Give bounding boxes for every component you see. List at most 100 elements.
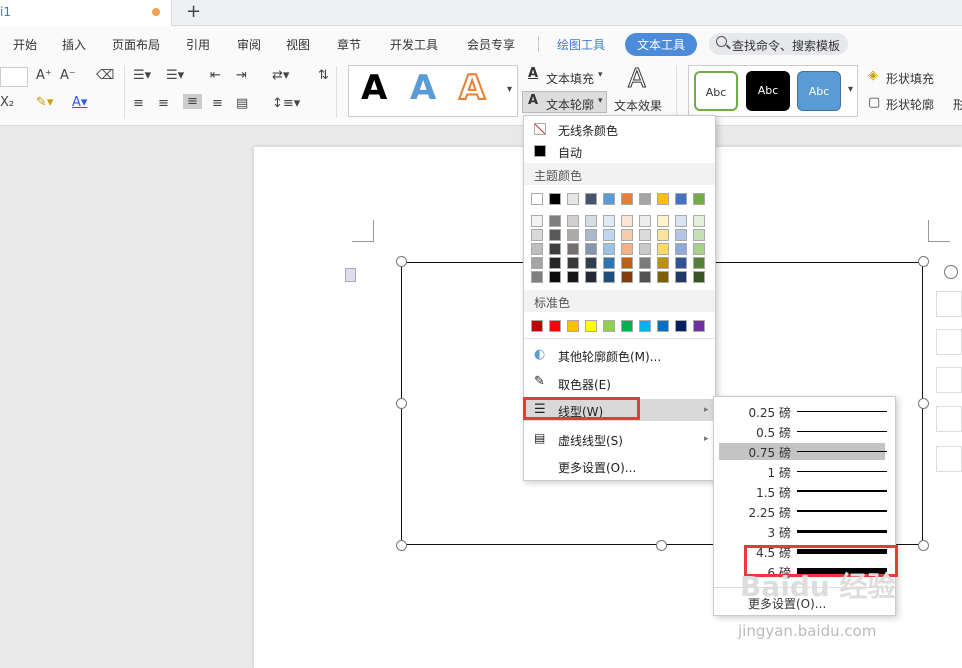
color-swatch[interactable] [693, 320, 705, 332]
line-spacing-icon[interactable]: ↕≡▾ [272, 96, 300, 111]
color-swatch[interactable] [693, 229, 705, 241]
layout-options-icon[interactable] [936, 291, 962, 317]
color-swatch[interactable] [693, 271, 705, 283]
color-swatch[interactable] [603, 243, 615, 255]
color-swatch[interactable] [639, 193, 651, 205]
color-swatch[interactable] [657, 320, 669, 332]
text-style-black[interactable]: A [361, 68, 387, 108]
menu-item-developer[interactable]: 开发工具 [390, 36, 438, 53]
font-color-icon[interactable]: A▾ [72, 95, 87, 110]
increase-indent-icon[interactable]: ⇥ [236, 68, 247, 83]
color-swatch[interactable] [675, 215, 687, 227]
eyedropper-item[interactable]: ✎ 取色器(E) [524, 372, 715, 394]
color-swatch[interactable] [585, 271, 597, 283]
clear-format-icon[interactable]: ⌫ [96, 68, 114, 83]
menu-item-references[interactable]: 引用 [186, 36, 210, 53]
line-weight-item[interactable]: 2.25 磅 [719, 503, 887, 520]
color-swatch[interactable] [567, 257, 579, 269]
color-swatch[interactable] [549, 229, 561, 241]
brush-icon[interactable] [936, 329, 962, 355]
resize-handle[interactable] [396, 256, 407, 267]
numbered-list-icon[interactable]: ☰▾ [166, 68, 184, 83]
color-swatch[interactable] [567, 271, 579, 283]
text-style-orange-outline[interactable]: A [458, 67, 486, 109]
text-outline-dropdown-icon[interactable]: ▾ [598, 96, 603, 106]
color-swatch[interactable] [549, 243, 561, 255]
more-settings-item[interactable]: 更多设置(O)... [524, 455, 715, 477]
grow-font-icon[interactable]: A⁺ [36, 68, 52, 83]
shape-outline-icon[interactable]: ▢ [868, 95, 880, 110]
color-swatch[interactable] [639, 243, 651, 255]
color-swatch[interactable] [621, 243, 633, 255]
color-swatch[interactable] [531, 257, 543, 269]
distribute-icon[interactable]: ▤ [236, 96, 248, 111]
color-swatch[interactable] [621, 215, 633, 227]
highlight-icon[interactable]: ✎▾ [36, 95, 53, 110]
align-center-icon[interactable]: ≡ [158, 96, 169, 111]
new-tab-button[interactable]: + [186, 1, 201, 22]
tab-drawing-tools[interactable]: 绘图工具 [557, 36, 605, 53]
resize-handle[interactable] [918, 398, 929, 409]
shape-style-black[interactable]: Abc [746, 71, 790, 111]
style-gallery-more-icon[interactable]: ▾ [507, 84, 512, 95]
resize-handle[interactable] [396, 398, 407, 409]
sort-icon[interactable]: ⇅ [318, 68, 329, 83]
subscript-icon[interactable]: X₂ [0, 95, 14, 110]
color-swatch[interactable] [621, 257, 633, 269]
color-swatch[interactable] [621, 271, 633, 283]
menu-item-view[interactable]: 视图 [286, 36, 310, 53]
color-swatch[interactable] [693, 215, 705, 227]
color-swatch[interactable] [657, 229, 669, 241]
other-outline-colors-item[interactable]: ◐ 其他轮廓颜色(M)... [524, 344, 715, 366]
color-swatch[interactable] [675, 320, 687, 332]
color-swatch[interactable] [657, 243, 669, 255]
color-swatch[interactable] [603, 320, 615, 332]
text-style-blue[interactable]: A [410, 68, 436, 108]
color-swatch[interactable] [693, 257, 705, 269]
bullet-list-icon[interactable]: ☰▾ [133, 68, 151, 83]
outline-icon[interactable] [936, 406, 962, 432]
line-weight-item[interactable]: 1.5 磅 [719, 483, 887, 500]
line-weight-item[interactable]: 0.5 磅 [719, 423, 887, 440]
shrink-font-icon[interactable]: A⁻ [60, 68, 76, 83]
color-swatch[interactable] [567, 215, 579, 227]
color-swatch[interactable] [567, 193, 579, 205]
color-swatch[interactable] [621, 193, 633, 205]
text-fill-button[interactable]: 文本填充 [546, 70, 594, 87]
color-swatch[interactable] [621, 320, 633, 332]
color-swatch[interactable] [549, 257, 561, 269]
resize-handle[interactable] [918, 540, 929, 551]
line-weight-item[interactable]: 3 磅 [719, 523, 887, 540]
color-swatch[interactable] [549, 193, 561, 205]
color-swatch[interactable] [567, 243, 579, 255]
color-swatch[interactable] [657, 257, 669, 269]
shape-fill-icon[interactable]: ◈ [868, 68, 878, 83]
menu-item-member[interactable]: 会员专享 [467, 36, 515, 53]
color-swatch[interactable] [531, 271, 543, 283]
resize-handle[interactable] [918, 256, 929, 267]
color-swatch[interactable] [693, 193, 705, 205]
line-weight-item[interactable]: 1 磅 [719, 463, 887, 480]
font-size-select[interactable] [0, 67, 28, 87]
color-swatch[interactable] [531, 243, 543, 255]
auto-color-item[interactable]: 自动 [524, 140, 715, 162]
color-swatch[interactable] [549, 271, 561, 283]
lightbulb-icon[interactable] [936, 446, 962, 472]
color-swatch[interactable] [675, 229, 687, 241]
text-effect-button[interactable]: 文本效果 [614, 97, 662, 114]
color-swatch[interactable] [603, 229, 615, 241]
shape-style-blue[interactable]: Abc [797, 71, 841, 111]
color-swatch[interactable] [585, 243, 597, 255]
color-swatch[interactable] [639, 257, 651, 269]
color-swatch[interactable] [567, 229, 579, 241]
color-swatch[interactable] [585, 229, 597, 241]
color-swatch[interactable] [603, 215, 615, 227]
dash-type-item[interactable]: ▤ 虚线线型(S) ▸ [524, 428, 715, 450]
no-line-color-item[interactable]: 无线条颜色 [524, 118, 715, 140]
color-swatch[interactable] [585, 320, 597, 332]
color-swatch[interactable] [585, 257, 597, 269]
color-swatch[interactable] [603, 271, 615, 283]
color-swatch[interactable] [585, 215, 597, 227]
color-swatch[interactable] [531, 229, 543, 241]
color-swatch[interactable] [585, 193, 597, 205]
